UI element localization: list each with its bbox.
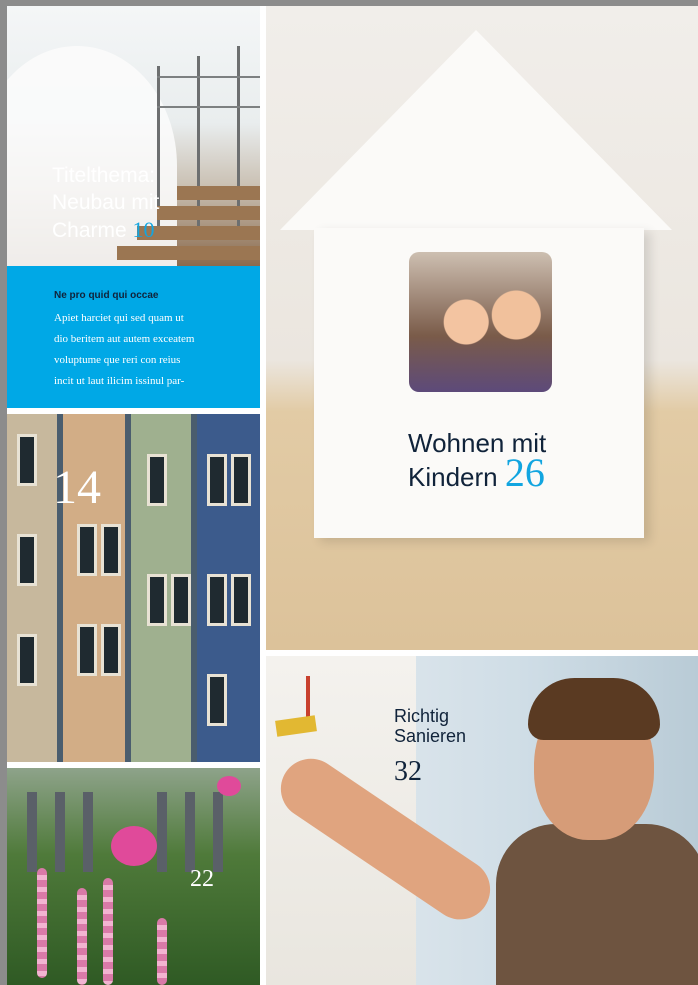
kids-page-number: 26	[504, 450, 545, 495]
toy-house-window-with-kids	[409, 252, 552, 392]
railing-bar	[157, 106, 260, 108]
houses-page-number: 14	[53, 461, 101, 514]
stair-step	[157, 206, 260, 220]
man-shirt	[496, 824, 698, 985]
magazine-page: Titelthema: Neubau mit Charme 10 Ne pro …	[7, 6, 698, 985]
fence-picket	[213, 792, 223, 872]
kids-story-title: Wohnen mit Kindern 26	[408, 428, 546, 493]
house-window	[17, 534, 37, 586]
house-window	[101, 624, 121, 676]
cover-title-line: Charme 10	[52, 216, 159, 244]
cover-title-line: Titelthema:	[52, 164, 156, 187]
lupine-stalk	[157, 918, 167, 985]
house-window	[147, 574, 167, 626]
garden-photo-panel[interactable]: 22	[7, 768, 260, 985]
lupine-stalk	[103, 878, 113, 985]
toy-house-roof	[280, 30, 672, 230]
teaser-line: incit ut laut ilicim issinul par-	[54, 375, 185, 387]
kids-title-line: Kindern 26	[408, 453, 546, 493]
cover-story-title: Titelthema: Neubau mit Charme 10	[52, 162, 159, 244]
kids-photo-panel[interactable]: Wohnen mit Kindern 26	[266, 6, 698, 650]
house-window	[101, 524, 121, 576]
renovation-title-line: Richtig	[394, 706, 450, 726]
teaser-headline: Ne pro quid qui occae	[54, 290, 159, 301]
renovation-page-number: 32	[394, 756, 422, 787]
kids-title-word: Kindern	[408, 462, 498, 492]
teaser-line: dio beritem aut autem exceatem	[54, 333, 195, 345]
house-window	[231, 454, 251, 506]
stair-step	[177, 186, 260, 200]
house-window	[231, 574, 251, 626]
teaser-box[interactable]: Ne pro quid qui occae Apiet harciet qui …	[7, 266, 260, 408]
fence-picket	[83, 792, 93, 872]
fence-picket	[185, 792, 195, 872]
house-window	[77, 524, 97, 576]
man-hair	[528, 678, 660, 740]
peony-flower	[217, 776, 241, 796]
renovation-story-title: Richtig Sanieren	[394, 706, 466, 746]
houses-photo-panel[interactable]: 14	[7, 414, 260, 762]
cover-title-line: Neubau mit	[52, 191, 160, 214]
teaser-line: Apiet harciet qui sed quam ut	[54, 312, 184, 324]
lupine-stalk	[77, 888, 87, 985]
drain-pipe	[125, 414, 131, 762]
cover-title-word: Charme	[52, 219, 127, 242]
house-window	[147, 454, 167, 506]
teaser-line: voluptume que reri con reius	[54, 354, 181, 366]
drain-pipe	[191, 414, 197, 762]
railing-post	[197, 56, 200, 226]
fence-picket	[157, 792, 167, 872]
renovation-photo-panel[interactable]: Richtig Sanieren 32	[266, 656, 698, 985]
house-window	[171, 574, 191, 626]
stairs-photo-panel[interactable]: Titelthema: Neubau mit Charme 10	[7, 6, 260, 266]
fence-picket	[55, 792, 65, 872]
cover-story-page-number: 10	[132, 217, 155, 242]
house-window	[207, 574, 227, 626]
stair-step	[117, 246, 260, 260]
teaser-body: Apiet harciet qui sed quam ut dio berite…	[54, 308, 254, 392]
railing-bar	[157, 76, 260, 78]
house-window	[17, 634, 37, 686]
house-window	[77, 624, 97, 676]
garden-page-number: 22	[190, 866, 214, 892]
lupine-stalk	[37, 868, 47, 978]
house-window	[207, 454, 227, 506]
renovation-title-line: Sanieren	[394, 726, 467, 746]
house-window	[207, 674, 227, 726]
house-window	[17, 434, 37, 486]
peony-flower	[111, 826, 157, 866]
fence-picket	[27, 792, 37, 872]
